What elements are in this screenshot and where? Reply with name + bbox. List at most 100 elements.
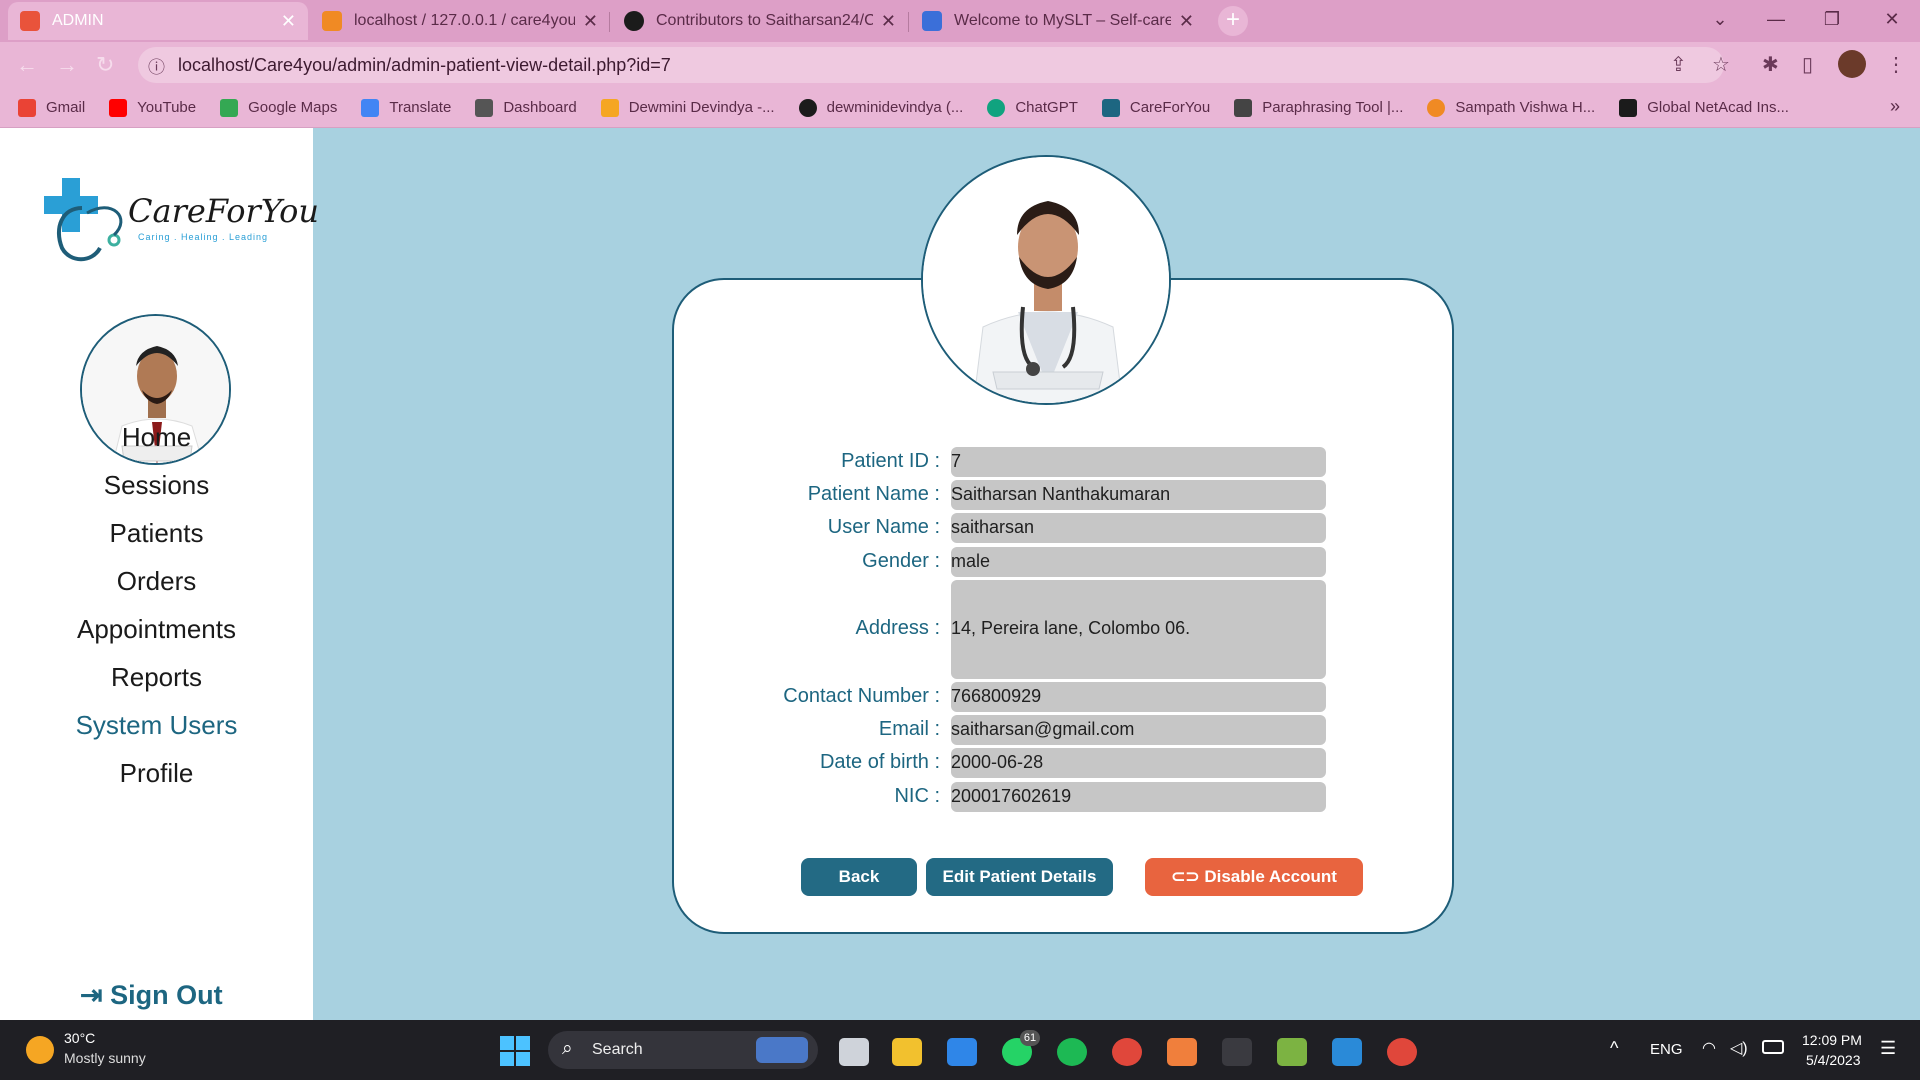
bookmark-netacad[interactable]: Global NetAcad Ins... — [1619, 98, 1789, 117]
careforyou-icon — [1101, 98, 1120, 117]
new-tab-button[interactable]: + — [1218, 6, 1248, 36]
taskbar-search[interactable]: ⌕ Search — [548, 1031, 818, 1069]
profile-avatar[interactable] — [1838, 50, 1866, 78]
minimize-button[interactable]: — — [1748, 0, 1804, 38]
windows-start-icon[interactable] — [500, 1036, 530, 1066]
xampp-icon — [20, 11, 40, 31]
doctor-icon — [923, 157, 1169, 403]
field-nic: 200017602619 — [951, 782, 1326, 812]
bookmark-dashboard[interactable]: Dashboard — [475, 98, 577, 117]
careforyou-logo[interactable]: CareForYou Caring . Healing . Leading — [42, 178, 319, 278]
chevron-up-icon[interactable]: ^ — [1610, 1038, 1618, 1059]
search-highlight-icon — [756, 1037, 808, 1063]
tab-github-contributors[interactable]: Contributors to Saitharsan24/Car... ✕ — [612, 2, 908, 40]
volume-icon[interactable]: ◁) — [1730, 1038, 1748, 1058]
spotify-icon[interactable] — [1057, 1038, 1087, 1066]
side-panel-icon[interactable]: ▯ — [1802, 52, 1813, 77]
bookmark-label: Google Maps — [248, 99, 338, 116]
restore-button[interactable]: ❐ — [1804, 0, 1860, 38]
menu-system-users[interactable]: System Users — [0, 710, 313, 741]
menu-sessions[interactable]: Sessions — [0, 470, 313, 501]
site-info-icon[interactable]: ⓘ — [148, 53, 165, 78]
reload-icon[interactable]: ↻ — [96, 52, 114, 78]
label-nic: NIC : — [894, 785, 940, 807]
search-label: Search — [592, 1041, 643, 1058]
menu-home[interactable]: Home — [0, 422, 313, 453]
close-window-button[interactable]: ✕ — [1864, 0, 1920, 38]
tab-phpmyadmin[interactable]: localhost / 127.0.0.1 / care4you / ... ✕ — [310, 2, 610, 40]
back-button[interactable]: Back — [801, 858, 917, 896]
task-view-icon[interactable] — [839, 1038, 869, 1066]
bookmark-paraphrasing[interactable]: Paraphrasing Tool |... — [1234, 98, 1403, 117]
notifications-icon[interactable]: ☰ — [1880, 1038, 1896, 1059]
tab-title: Welcome to MySLT – Self-care app... — [954, 12, 1171, 29]
edit-patient-button[interactable]: Edit Patient Details — [926, 858, 1113, 896]
todo-icon[interactable] — [947, 1038, 977, 1066]
back-arrow-icon[interactable]: ← — [16, 52, 38, 78]
tab-title: ADMIN — [52, 12, 104, 29]
bookmark-sampath[interactable]: Sampath Vishwa H... — [1427, 98, 1596, 117]
chrome-profile-icon[interactable] — [1387, 1038, 1417, 1066]
close-tab-icon[interactable]: ✕ — [881, 11, 896, 32]
extensions-icon[interactable]: ✱ — [1762, 52, 1779, 77]
label-date-of-birth: Date of birth : — [819, 751, 940, 773]
bookmark-label: Dewmini Devindya -... — [628, 99, 775, 116]
terminal-icon[interactable] — [1222, 1038, 1252, 1066]
bookmark-label: CareForYou — [1129, 99, 1211, 116]
close-tab-icon[interactable]: ✕ — [583, 11, 598, 32]
cisco-icon — [1619, 98, 1638, 117]
tab-admin[interactable]: ADMIN ✕ — [8, 2, 308, 40]
bookmark-chatgpt[interactable]: ChatGPT — [987, 98, 1078, 117]
file-explorer-icon[interactable] — [892, 1038, 922, 1066]
vscode-icon[interactable] — [1332, 1038, 1362, 1066]
browser-chrome: ADMIN ✕ localhost / 127.0.0.1 / care4you… — [0, 0, 1920, 128]
close-tab-icon[interactable]: ✕ — [281, 11, 296, 32]
tab-myslt[interactable]: Welcome to MySLT – Self-care app... ✕ — [910, 2, 1206, 40]
bookmark-translate[interactable]: Translate — [361, 98, 451, 117]
tab-search-icon[interactable]: ⌄ — [1692, 0, 1748, 38]
chrome-icon[interactable] — [1112, 1038, 1142, 1066]
clock-time[interactable]: 12:09 PM — [1802, 1032, 1862, 1048]
bookmark-label: Gmail — [46, 99, 86, 116]
notepad-icon[interactable] — [1277, 1038, 1307, 1066]
more-bookmarks-icon[interactable]: » — [1890, 96, 1900, 117]
battery-icon[interactable] — [1762, 1040, 1784, 1054]
bookmark-dewmini[interactable]: Dewmini Devindya -... — [600, 98, 775, 117]
logo-tagline: Caring . Healing . Leading — [138, 232, 269, 242]
disable-account-button[interactable]: ⊂⊃ Disable Account — [1145, 858, 1363, 896]
menu-reports[interactable]: Reports — [0, 662, 313, 693]
forward-arrow-icon[interactable]: → — [56, 52, 78, 78]
slt-icon — [922, 11, 942, 31]
menu-kebab-icon[interactable]: ⋮ — [1886, 52, 1906, 77]
weather-desc[interactable]: Mostly sunny — [64, 1050, 146, 1066]
bookmark-dewminidevindya[interactable]: dewminidevindya (... — [798, 98, 963, 117]
wifi-icon[interactable]: ◠ — [1702, 1038, 1716, 1058]
disable-account-label: Disable Account — [1204, 867, 1337, 886]
menu-patients[interactable]: Patients — [0, 518, 313, 549]
translate-icon — [361, 98, 380, 117]
bookmark-label: Dashboard — [503, 99, 577, 116]
clock-date[interactable]: 5/4/2023 — [1806, 1052, 1861, 1068]
label-gender: Gender : — [862, 550, 940, 572]
dashboard-icon — [475, 98, 494, 117]
bookmark-google-maps[interactable]: Google Maps — [220, 98, 338, 117]
weather-temp[interactable]: 30°C — [64, 1030, 95, 1046]
bookmark-careforyou[interactable]: CareForYou — [1101, 98, 1211, 117]
url-bar[interactable]: ⓘ localhost/Care4you/admin/admin-patient… — [138, 47, 1724, 83]
share-icon[interactable]: ⇪ — [1670, 52, 1687, 77]
sign-out-button[interactable]: ⇥ Sign Out — [80, 980, 223, 1011]
menu-orders[interactable]: Orders — [0, 566, 313, 597]
language-indicator[interactable]: ENG — [1650, 1041, 1683, 1058]
gmail-icon — [18, 98, 36, 117]
bookmark-youtube[interactable]: YouTube — [109, 98, 196, 117]
phpmyadmin-icon — [322, 11, 342, 31]
menu-profile[interactable]: Profile — [0, 758, 313, 789]
menu-appointments[interactable]: Appointments — [0, 614, 313, 645]
bookmark-label: Sampath Vishwa H... — [1455, 99, 1596, 116]
close-tab-icon[interactable]: ✕ — [1179, 11, 1194, 32]
github-icon — [624, 11, 644, 31]
search-icon: ⌕ — [562, 1038, 573, 1059]
xampp-icon[interactable] — [1167, 1038, 1197, 1066]
bookmark-star-icon[interactable]: ☆ — [1712, 52, 1730, 77]
bookmark-gmail[interactable]: Gmail — [18, 98, 86, 117]
